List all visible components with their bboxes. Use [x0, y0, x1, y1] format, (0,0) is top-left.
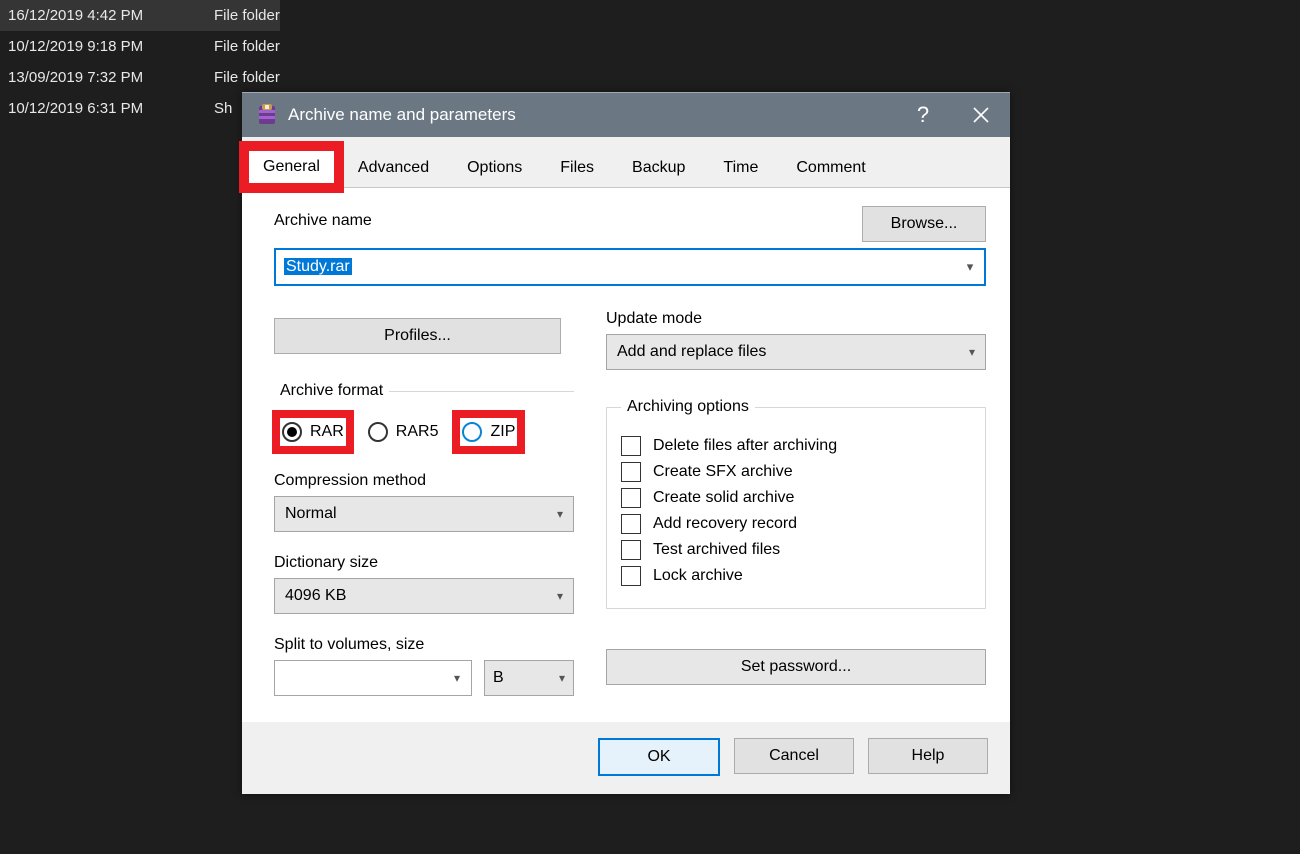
close-icon[interactable] [952, 93, 1010, 137]
chevron-down-icon[interactable]: ▾ [956, 259, 984, 275]
set-password-label: Set password... [741, 658, 851, 676]
check-label: Add recovery record [653, 515, 797, 533]
radio-icon [462, 422, 482, 442]
tab-time[interactable]: Time [704, 147, 777, 188]
dialog-button-row: OK Cancel Help [242, 722, 1010, 794]
tab-options[interactable]: Options [448, 147, 541, 188]
profiles-button[interactable]: Profiles... [274, 318, 561, 354]
check-recovery[interactable]: Add recovery record [621, 514, 971, 534]
file-type: File folder [198, 31, 280, 62]
ok-button[interactable]: OK [598, 738, 720, 776]
winrar-icon [256, 104, 278, 126]
radio-label: ZIP [490, 423, 515, 441]
radio-zip[interactable]: ZIP [462, 422, 515, 442]
archiving-options-label: Archiving options [621, 398, 755, 416]
tab-comment[interactable]: Comment [777, 147, 884, 188]
tab-strip: General Advanced Options Files Backup Ti… [242, 137, 1010, 188]
file-type: File folder [198, 62, 280, 93]
help-button[interactable]: Help [868, 738, 988, 774]
archive-format-label: Archive format [274, 382, 389, 400]
file-row[interactable]: 16/12/2019 4:42 PM File folder [0, 0, 280, 31]
checkbox-icon [621, 488, 641, 508]
tab-backup[interactable]: Backup [613, 147, 704, 188]
file-row[interactable]: 13/09/2019 7:32 PM File folder [0, 62, 280, 93]
file-date: 13/09/2019 7:32 PM [0, 62, 198, 93]
tab-page-general: Archive name Browse... Study.rar ▾ Profi… [242, 188, 1010, 722]
file-type: Sh [198, 93, 232, 124]
file-date: 10/12/2019 9:18 PM [0, 31, 198, 62]
compression-value: Normal [285, 505, 557, 523]
radio-rar5[interactable]: RAR5 [368, 422, 439, 442]
chevron-down-icon: ▾ [557, 589, 563, 603]
chevron-down-icon: ▾ [969, 345, 975, 359]
browse-button[interactable]: Browse... [862, 206, 986, 242]
chevron-down-icon: ▾ [557, 507, 563, 521]
radio-icon [368, 422, 388, 442]
split-unit-select[interactable]: B ▾ [484, 660, 574, 696]
check-sfx[interactable]: Create SFX archive [621, 462, 971, 482]
check-label: Test archived files [653, 541, 780, 559]
highlight-rar: RAR [276, 414, 350, 450]
tab-advanced[interactable]: Advanced [339, 147, 448, 188]
tab-files[interactable]: Files [541, 147, 613, 188]
dialog-title: Archive name and parameters [288, 105, 894, 125]
archive-name-value: Study.rar [276, 258, 956, 276]
radio-rar[interactable]: RAR [282, 422, 344, 442]
check-test[interactable]: Test archived files [621, 540, 971, 560]
compression-label: Compression method [274, 472, 574, 490]
highlight-zip: ZIP [456, 414, 521, 450]
check-delete[interactable]: Delete files after archiving [621, 436, 971, 456]
dictionary-select[interactable]: 4096 KB ▾ [274, 578, 574, 614]
file-row[interactable]: 10/12/2019 9:18 PM File folder [0, 31, 280, 62]
compression-select[interactable]: Normal ▾ [274, 496, 574, 532]
tab-general[interactable]: General [244, 146, 339, 188]
archive-dialog: Archive name and parameters ? General Ad… [242, 92, 1010, 794]
titlebar[interactable]: Archive name and parameters ? [242, 93, 1010, 137]
file-list: 16/12/2019 4:42 PM File folder 10/12/201… [0, 0, 280, 124]
checkbox-icon [621, 436, 641, 456]
set-password-button[interactable]: Set password... [606, 649, 986, 685]
chevron-down-icon: ▾ [443, 671, 471, 685]
archive-name-input[interactable]: Study.rar ▾ [274, 248, 986, 286]
split-unit-value: B [493, 669, 559, 687]
update-mode-label: Update mode [606, 310, 986, 328]
cancel-button[interactable]: Cancel [734, 738, 854, 774]
check-solid[interactable]: Create solid archive [621, 488, 971, 508]
chevron-down-icon: ▾ [559, 671, 565, 685]
radio-label: RAR [310, 423, 344, 441]
check-label: Delete files after archiving [653, 437, 837, 455]
dictionary-label: Dictionary size [274, 554, 574, 572]
file-date: 10/12/2019 6:31 PM [0, 93, 198, 124]
help-icon[interactable]: ? [894, 93, 952, 137]
check-lock[interactable]: Lock archive [621, 566, 971, 586]
radio-label: RAR5 [396, 423, 439, 441]
checkbox-icon [621, 566, 641, 586]
split-size-input[interactable]: ▾ [274, 660, 472, 696]
check-label: Lock archive [653, 567, 743, 585]
archive-name-label: Archive name [274, 212, 372, 230]
checkbox-icon [621, 540, 641, 560]
check-label: Create SFX archive [653, 463, 793, 481]
radio-icon [282, 422, 302, 442]
dictionary-value: 4096 KB [285, 587, 557, 605]
file-date: 16/12/2019 4:42 PM [0, 0, 198, 31]
update-mode-select[interactable]: Add and replace files ▾ [606, 334, 986, 370]
file-row[interactable]: 10/12/2019 6:31 PM Sh [0, 93, 280, 124]
checkbox-icon [621, 462, 641, 482]
file-type: File folder [198, 0, 280, 31]
check-label: Create solid archive [653, 489, 794, 507]
split-label: Split to volumes, size [274, 636, 574, 654]
update-mode-value: Add and replace files [617, 343, 969, 361]
checkbox-icon [621, 514, 641, 534]
